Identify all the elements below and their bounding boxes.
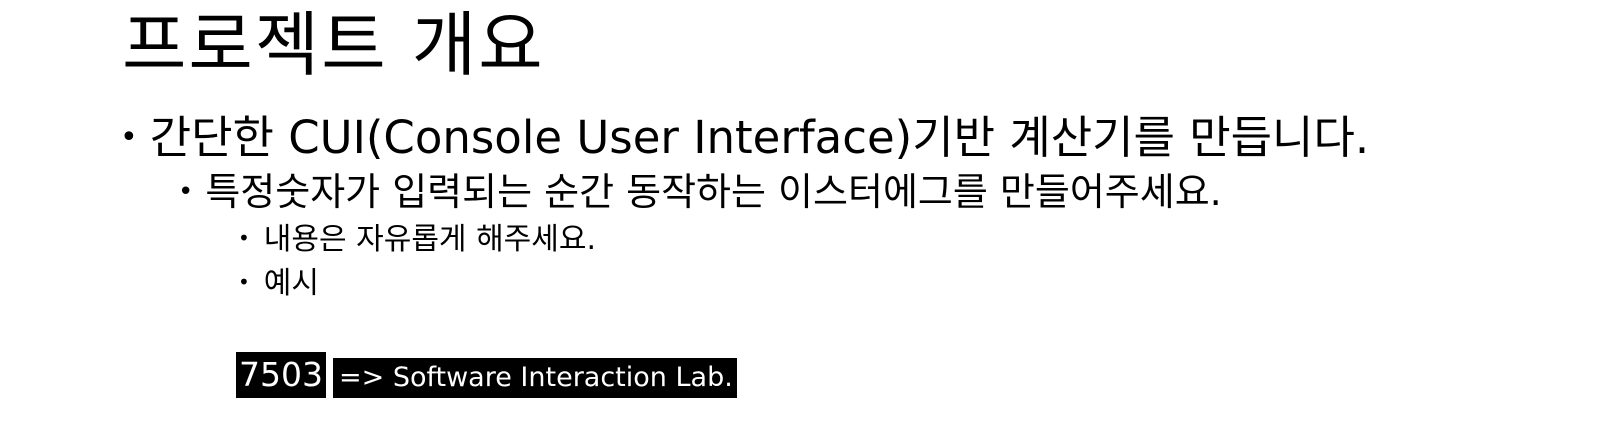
console-output-text: => Software Interaction Lab. (332, 358, 737, 398)
bullet-text: 예시 (263, 266, 319, 301)
bullet-level-3: • 예시 (238, 264, 319, 305)
bullet-text: 간단한 CUI(Console User Interface)기반 계산기를 만… (149, 111, 1370, 164)
bullet-text: 내용은 자유롭게 해주세요. (263, 222, 597, 257)
bullet-level-3: • 내용은 자유롭게 해주세요. (238, 220, 596, 261)
bullet-level-1: • 간단한 CUI(Console User Interface)기반 계산기를 … (120, 110, 1369, 169)
console-input-number: 7503 (236, 352, 326, 398)
bullet-text: 특정숫자가 입력되는 순간 동작하는 이스터에그를 만들어주세요. (205, 170, 1222, 214)
bullet-dot: • (238, 225, 250, 250)
slide: 프로젝트 개요 • 간단한 CUI(Console User Interface)… (0, 0, 1600, 422)
bullet-dot: • (178, 176, 194, 207)
bullet-dot: • (120, 120, 138, 155)
console-example: 7503 => Software Interaction Lab. (236, 352, 737, 398)
bullet-dot: • (238, 269, 250, 294)
slide-title: 프로젝트 개요 (122, 4, 545, 86)
bullet-level-2: • 특정숫자가 입력되는 순간 동작하는 이스터에그를 만들어주세요. (178, 168, 1222, 219)
